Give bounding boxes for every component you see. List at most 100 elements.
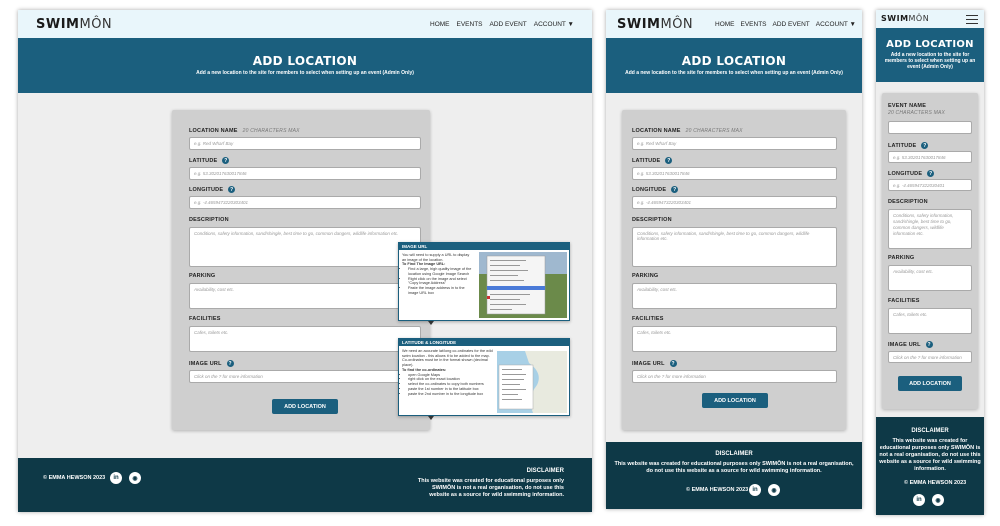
- navbar: SWIMMÔN HOME EVENTS ADD EVENT ACCOUNT ▼: [18, 10, 592, 38]
- nav-links: HOME EVENTS ADD EVENT ACCOUNT ▼: [430, 21, 574, 28]
- github-icon[interactable]: ◉: [768, 484, 780, 496]
- image-url-input[interactable]: Click on the ? for more information: [632, 370, 837, 383]
- help-icon[interactable]: ?: [921, 142, 929, 149]
- logo[interactable]: SWIMMÔN: [881, 14, 929, 23]
- nav-events[interactable]: EVENTS: [741, 21, 767, 28]
- footer: © EMMA HEWSON 2023 in ◉ DISCLAIMER This …: [18, 458, 592, 512]
- nav-account[interactable]: ACCOUNT ▼: [816, 21, 856, 28]
- latitude-label: LATITUDE?: [189, 157, 230, 164]
- longitude-input[interactable]: e.g. -4.4659473220303401: [632, 196, 837, 209]
- map-screenshot: [497, 351, 567, 413]
- facilities-label: FACILITIES: [888, 298, 920, 304]
- page-title: ADD LOCATION: [252, 54, 358, 68]
- description-textarea[interactable]: Conditions, safety information, sand/shi…: [632, 227, 837, 267]
- parking-textarea[interactable]: Availability, cost etc.: [632, 283, 837, 309]
- logo[interactable]: SWIMMÔN: [617, 17, 693, 32]
- lat-long-tooltip: LATITUDE & LONGITUDE We need an accurate…: [398, 338, 570, 416]
- add-location-form: LOCATION NAME 20 CHARACTERS MAX e.g. Red …: [622, 110, 846, 430]
- description-textarea[interactable]: Conditions, safety information, sand/shi…: [888, 209, 972, 249]
- description-textarea[interactable]: Conditions, safety information, sand/shi…: [189, 227, 421, 267]
- facilities-label: FACILITIES: [189, 316, 221, 322]
- help-icon[interactable]: ?: [671, 186, 679, 193]
- help-icon[interactable]: ?: [228, 186, 236, 193]
- longitude-label: LONGITUDE?: [888, 170, 935, 177]
- page-subtitle: Add a new location to the site for membe…: [196, 70, 414, 76]
- help-icon[interactable]: ?: [927, 170, 935, 177]
- image-url-input[interactable]: Click on the ? for more information: [189, 370, 421, 383]
- latitude-input[interactable]: e.g. 53.302017630017846: [632, 167, 837, 180]
- add-location-button[interactable]: ADD LOCATION: [898, 376, 962, 391]
- page-title: ADD LOCATION: [886, 39, 974, 50]
- help-icon[interactable]: ?: [222, 157, 230, 164]
- help-icon[interactable]: ?: [226, 360, 234, 367]
- github-icon[interactable]: ◉: [932, 494, 944, 506]
- disclaimer: DISCLAIMER This website was created for …: [879, 428, 981, 473]
- location-name-label: LOCATION NAME 20 CHARACTERS MAX: [189, 128, 300, 134]
- image-url-tooltip: IMAGE URL You will need to supply a URL …: [398, 242, 570, 321]
- location-name-input[interactable]: e.g. Red Wharf Bay: [189, 137, 421, 150]
- linkedin-icon[interactable]: in: [913, 494, 925, 506]
- nav-links: HOME EVENTS ADD EVENT ACCOUNT ▼: [715, 21, 856, 28]
- menu-icon[interactable]: [966, 15, 978, 24]
- latitude-label: LATITUDE?: [888, 142, 929, 149]
- help-icon[interactable]: ?: [669, 360, 677, 367]
- image-url-label: IMAGE URL?: [632, 360, 677, 367]
- disclaimer: DISCLAIMER This website was created for …: [614, 451, 854, 474]
- description-label: DESCRIPTION: [888, 199, 928, 205]
- nav-events[interactable]: EVENTS: [457, 21, 483, 28]
- logo[interactable]: SWIMMÔN: [36, 17, 112, 32]
- github-icon[interactable]: ◉: [129, 472, 141, 484]
- parking-textarea[interactable]: Availability, cost etc.: [189, 283, 421, 309]
- footer: DISCLAIMER This website was created for …: [606, 442, 862, 509]
- parking-textarea[interactable]: Availability, cost etc.: [888, 265, 972, 291]
- tooltip-caret-icon: [428, 416, 434, 420]
- add-location-form: LOCATION NAME 20 CHARACTERS MAX e.g. Red …: [172, 110, 430, 430]
- event-name-label: EVENT NAME: [888, 103, 927, 109]
- image-url-label: IMAGE URL?: [888, 341, 933, 348]
- nav-add-event[interactable]: ADD EVENT: [490, 21, 527, 28]
- help-icon[interactable]: ?: [925, 341, 933, 348]
- page-subtitle: Add a new location to the site for membe…: [884, 52, 976, 70]
- longitude-label: LONGITUDE?: [189, 186, 236, 193]
- location-name-label: LOCATION NAME 20 CHARACTERS MAX: [632, 128, 743, 134]
- page-subtitle: Add a new location to the site for membe…: [625, 70, 843, 76]
- add-location-button[interactable]: ADD LOCATION: [272, 399, 338, 414]
- copyright: © EMMA HEWSON 2023: [904, 480, 967, 486]
- tooltip-caret-icon: [428, 321, 434, 325]
- facilities-textarea[interactable]: Cafes, toilets etc.: [632, 326, 837, 352]
- character-limit-hint: 20 CHARACTERS MAX: [242, 128, 300, 134]
- latitude-label: LATITUDE?: [632, 157, 673, 164]
- add-location-form: EVENT NAME 20 CHARACTERS MAX LATITUDE? e…: [882, 93, 978, 409]
- nav-account[interactable]: ACCOUNT ▼: [534, 21, 574, 28]
- facilities-textarea[interactable]: Cafes, toilets etc.: [189, 326, 421, 352]
- footer: DISCLAIMER This website was created for …: [876, 417, 984, 515]
- navbar: SWIMMÔN HOME EVENTS ADD EVENT ACCOUNT ▼: [606, 10, 862, 38]
- help-icon[interactable]: ?: [665, 157, 673, 164]
- context-menu-screenshot: [479, 252, 567, 318]
- parking-label: PARKING: [632, 273, 659, 279]
- facilities-textarea[interactable]: Cafes, toilets etc.: [888, 308, 972, 334]
- longitude-input[interactable]: e.g. -4.4659473220303401: [189, 196, 421, 209]
- parking-label: PARKING: [888, 255, 915, 261]
- page-header: ADD LOCATION Add a new location to the s…: [18, 38, 592, 93]
- location-name-input[interactable]: e.g. Red Wharf Bay: [632, 137, 837, 150]
- desktop-view: SWIMMÔN HOME EVENTS ADD EVENT ACCOUNT ▼ …: [18, 10, 592, 512]
- linkedin-icon[interactable]: in: [110, 472, 122, 484]
- nav-home[interactable]: HOME: [430, 21, 450, 28]
- facilities-label: FACILITIES: [632, 316, 664, 322]
- latitude-input[interactable]: e.g. 53.302017630017846: [888, 151, 972, 163]
- event-name-input[interactable]: [888, 121, 972, 134]
- add-location-button[interactable]: ADD LOCATION: [702, 393, 768, 408]
- image-url-input[interactable]: Click on the ? for more information: [888, 351, 972, 363]
- copyright: © EMMA HEWSON 2023: [686, 487, 749, 493]
- linkedin-icon[interactable]: in: [749, 484, 761, 496]
- longitude-input[interactable]: e.g. -4.465947322030401: [888, 179, 972, 191]
- page-header: ADD LOCATION Add a new location to the s…: [876, 28, 984, 82]
- screenshot-collage: SWIMMÔN HOME EVENTS ADD EVENT ACCOUNT ▼ …: [0, 0, 1000, 526]
- description-label: DESCRIPTION: [632, 217, 672, 223]
- latitude-input[interactable]: e.g. 53.302017630017846: [189, 167, 421, 180]
- mobile-view: SWIMMÔN ADD LOCATION Add a new location …: [876, 10, 984, 515]
- navbar: SWIMMÔN: [876, 10, 984, 28]
- nav-add-event[interactable]: ADD EVENT: [773, 21, 810, 28]
- nav-home[interactable]: HOME: [715, 21, 735, 28]
